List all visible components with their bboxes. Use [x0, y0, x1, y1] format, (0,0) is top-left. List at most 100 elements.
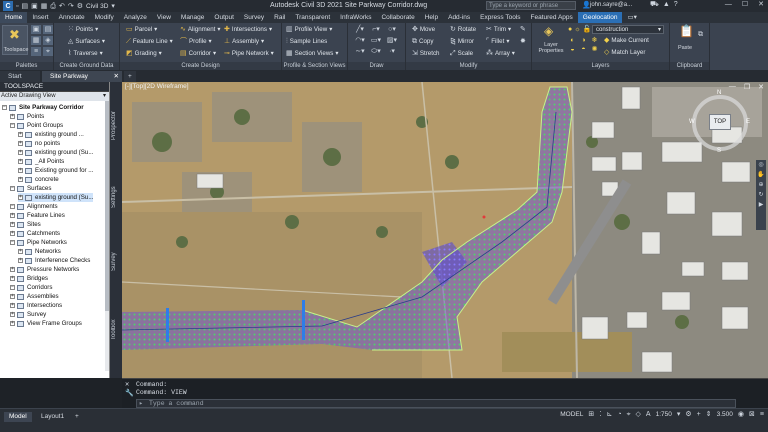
polyline-icon[interactable]: ⌐▾ [368, 26, 384, 33]
grid-icon[interactable]: ⊞ [588, 411, 594, 418]
trim-button[interactable]: ✂ Trim ▾ [486, 26, 511, 33]
tree-item[interactable]: + Assemblies [10, 292, 59, 301]
undo-icon[interactable]: ↶ [59, 3, 65, 10]
ribbon-tab-infraworks[interactable]: InfraWorks [335, 12, 376, 23]
tree-item[interactable]: − Pipe Networks [10, 238, 67, 247]
close-icon[interactable]: ✕ [114, 71, 119, 82]
sun-icon[interactable]: ☼ [574, 26, 580, 33]
tree-item[interactable]: + Survey [10, 310, 46, 319]
expand-icon[interactable]: + [10, 321, 15, 326]
paste-button[interactable]: 📋 Paste [674, 25, 696, 55]
draw-panel-title[interactable]: Draw [348, 62, 405, 70]
survey-palette-icon[interactable]: ⌖ [43, 47, 53, 56]
tree-item[interactable]: − Surfaces [10, 184, 51, 193]
close-icon[interactable]: ✕ [125, 382, 129, 389]
ribbon-tab-geolocation[interactable]: Geolocation [577, 12, 623, 23]
collapse-icon[interactable]: − [10, 285, 15, 290]
plot-icon[interactable]: ⎙ [50, 3, 56, 10]
zoom-icon[interactable]: ⊕ [758, 182, 763, 188]
expand-icon[interactable]: + [18, 258, 23, 263]
new-file-icon[interactable]: ▫ [16, 3, 18, 10]
expand-icon[interactable]: + [18, 150, 23, 155]
collapse-icon[interactable]: − [10, 123, 15, 128]
layer-dropdown[interactable]: construction ▾ [592, 25, 664, 34]
arc-icon[interactable]: ◠▾ [352, 37, 368, 44]
scale-select[interactable]: 1:750 [656, 411, 672, 418]
model-space-toggle[interactable]: MODEL [560, 411, 583, 418]
maximize-icon[interactable]: ☐ [742, 1, 748, 8]
ribbon-tab-featured-apps[interactable]: Featured Apps [526, 12, 578, 23]
minimize-icon[interactable]: — [725, 1, 732, 8]
clipboard-panel-title[interactable]: Clipboard [670, 62, 709, 70]
tree-item[interactable]: + existing ground (Su... [18, 148, 93, 157]
create-ground-data-title[interactable]: Create Ground Data [54, 62, 119, 70]
lock-icon[interactable]: 🔓 [583, 26, 592, 33]
ribbon-tab-help[interactable]: Help [420, 12, 443, 23]
create-design-title[interactable]: Create Design [120, 62, 281, 70]
ribbon-tab-manage[interactable]: Manage [176, 12, 210, 23]
expand-icon[interactable]: + [10, 114, 15, 119]
isolate-objects-icon[interactable]: ◉ [738, 411, 744, 418]
expand-icon[interactable]: + [18, 168, 23, 173]
elevation-icon[interactable]: ⇕ [706, 411, 712, 418]
tab-layout1[interactable]: Layout1 [36, 412, 69, 422]
tree-item[interactable]: + existing ground (Su... [18, 193, 94, 202]
scale-button[interactable]: ⤢ Scale [450, 50, 473, 57]
layer-off-icon[interactable]: ◐ [568, 37, 577, 44]
expand-icon[interactable]: + [10, 231, 15, 236]
corridor-button[interactable]: ▤ Corridor ▾ [180, 50, 216, 57]
new-tab-button[interactable]: + [124, 71, 136, 82]
rotate-button[interactable]: ↻ Rotate [450, 26, 476, 33]
sample-lines-button[interactable]: ⫶ Sample Lines [286, 38, 327, 45]
workspace-icon[interactable]: ⚙ [685, 411, 691, 418]
workspace-select[interactable]: Civil 3D [86, 3, 108, 10]
make-current-button[interactable]: ◆ Make Current [604, 37, 649, 44]
ribbon-minimize-icon[interactable]: ▭▾ [622, 12, 641, 23]
traverse-button[interactable]: ⌇ Traverse ▾ [68, 50, 103, 57]
ribbon-tab-view[interactable]: View [152, 12, 176, 23]
tree-item[interactable]: + no points [18, 139, 60, 148]
aerial-map-canvas[interactable] [122, 82, 768, 378]
tree-item[interactable]: + Interference Checks [18, 256, 90, 265]
ribbon-tab-add-ins[interactable]: Add-ins [443, 12, 475, 23]
tree-item[interactable]: + Pressure Networks [10, 265, 79, 274]
expand-icon[interactable]: + [18, 195, 23, 200]
move-button[interactable]: ✥ Move [412, 26, 435, 33]
feature-line-button[interactable]: ⟋ Feature Line ▾ [126, 38, 173, 45]
copy-button[interactable]: ⧉ Copy [412, 38, 433, 45]
profile-section-title[interactable]: Profile & Section Views [282, 62, 347, 70]
customize-icon[interactable]: 🔧 [125, 391, 134, 398]
expand-icon[interactable]: + [18, 132, 23, 137]
layer-properties-button[interactable]: ◈ Layer Properties [536, 25, 564, 59]
ribbon-tab-collaborate[interactable]: Collaborate [376, 12, 419, 23]
layer-isolate-icon[interactable]: ◑ [579, 37, 588, 44]
lightbulb-icon[interactable]: ● [568, 26, 572, 33]
close-icon[interactable]: ✕ [758, 1, 764, 8]
grading-button[interactable]: ◩ Grading ▾ [126, 50, 162, 57]
hardware-accel-icon[interactable]: ⊠ [749, 411, 755, 418]
scrollbar-thumb[interactable] [105, 101, 109, 311]
tab-model[interactable]: Model [4, 412, 32, 422]
tab-survey[interactable]: Survey [111, 247, 121, 277]
palettes-panel-title[interactable]: Palettes [0, 62, 53, 70]
spline-icon[interactable]: ∼▾ [352, 48, 368, 55]
hatch-icon[interactable]: ▨▾ [384, 37, 400, 44]
redo-icon[interactable]: ↷ [68, 3, 74, 10]
tree-item[interactable]: + Feature Lines [10, 211, 65, 220]
tree-item[interactable]: + Existing ground for ... [18, 166, 93, 175]
pan-icon[interactable]: ✋ [757, 172, 764, 178]
snap-icon[interactable]: ⁚ [599, 411, 601, 418]
section-views-button[interactable]: ▦ Section Views ▾ [286, 50, 339, 57]
search-input[interactable]: Type a keyword or phrase [486, 1, 576, 10]
autodesk-a360-icon[interactable]: ▲ [663, 1, 670, 8]
pipe-network-button[interactable]: ⊸ Pipe Network ▾ [224, 50, 274, 57]
line-icon[interactable]: ╱▾ [352, 26, 368, 33]
layer-unisolate-icon[interactable]: ◓ [579, 46, 588, 53]
layer-freeze-icon[interactable]: ❄ [590, 37, 599, 44]
layers-panel-title[interactable]: Layers [532, 62, 669, 70]
restore-icon[interactable]: ❐ [744, 83, 750, 91]
array-button[interactable]: ⁂ Array ▾ [486, 50, 515, 57]
cart-icon[interactable]: ⛟ [650, 1, 659, 8]
tree-item[interactable]: − Alignments [10, 202, 58, 211]
tree-item[interactable]: + Points [10, 112, 44, 121]
